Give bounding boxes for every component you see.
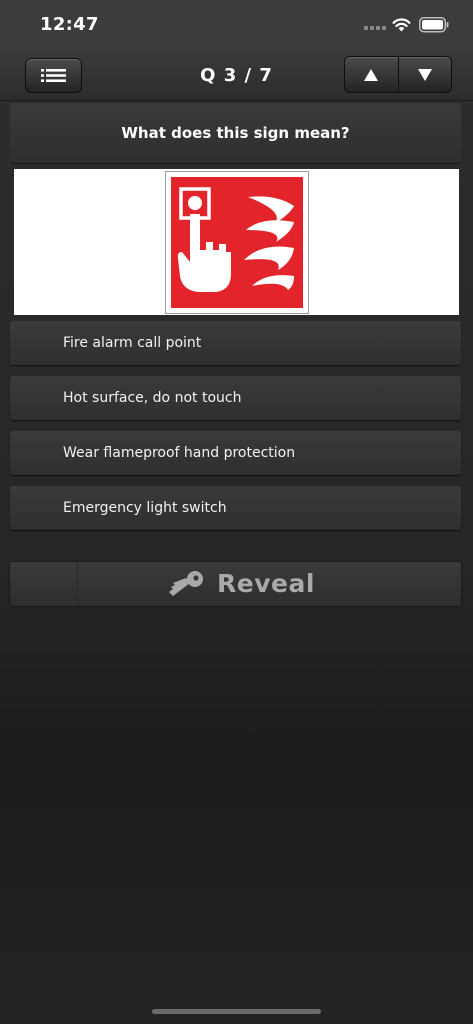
answer-option-1[interactable]: Fire alarm call point: [10, 321, 461, 365]
status-bar: 12:47: [0, 0, 473, 52]
answer-option-2[interactable]: Hot surface, do not touch: [10, 376, 461, 420]
answer-label: Fire alarm call point: [63, 335, 202, 351]
next-question-button[interactable]: [397, 57, 452, 92]
sign-image: [165, 171, 309, 314]
home-indicator[interactable]: [152, 1009, 321, 1014]
wifi-icon: [392, 18, 411, 32]
question-image-panel: [14, 169, 459, 315]
fire-alarm-call-point-sign: [171, 177, 303, 308]
triangle-up-icon: [364, 68, 379, 81]
question-prompt: What does this sign mean?: [10, 103, 461, 163]
reveal-label: Reveal: [217, 569, 315, 598]
answer-label: Emergency light switch: [63, 500, 227, 516]
previous-question-button[interactable]: [345, 57, 398, 92]
answer-label: Wear flameproof hand protection: [63, 445, 296, 461]
status-time: 12:47: [40, 14, 99, 35]
navigation-bar: Q 3 / 7: [0, 52, 473, 101]
answer-option-3[interactable]: Wear flameproof hand protection: [10, 431, 461, 475]
triangle-down-icon: [417, 68, 432, 81]
answer-label: Hot surface, do not touch: [63, 390, 242, 406]
key-icon: [169, 571, 203, 596]
question-navigation: [344, 56, 452, 93]
answer-option-4[interactable]: Emergency light switch: [10, 486, 461, 530]
button-divider: [77, 562, 78, 606]
reveal-button[interactable]: Reveal: [9, 561, 462, 607]
cellular-signal-icon: [364, 26, 386, 30]
battery-icon: [419, 17, 449, 33]
